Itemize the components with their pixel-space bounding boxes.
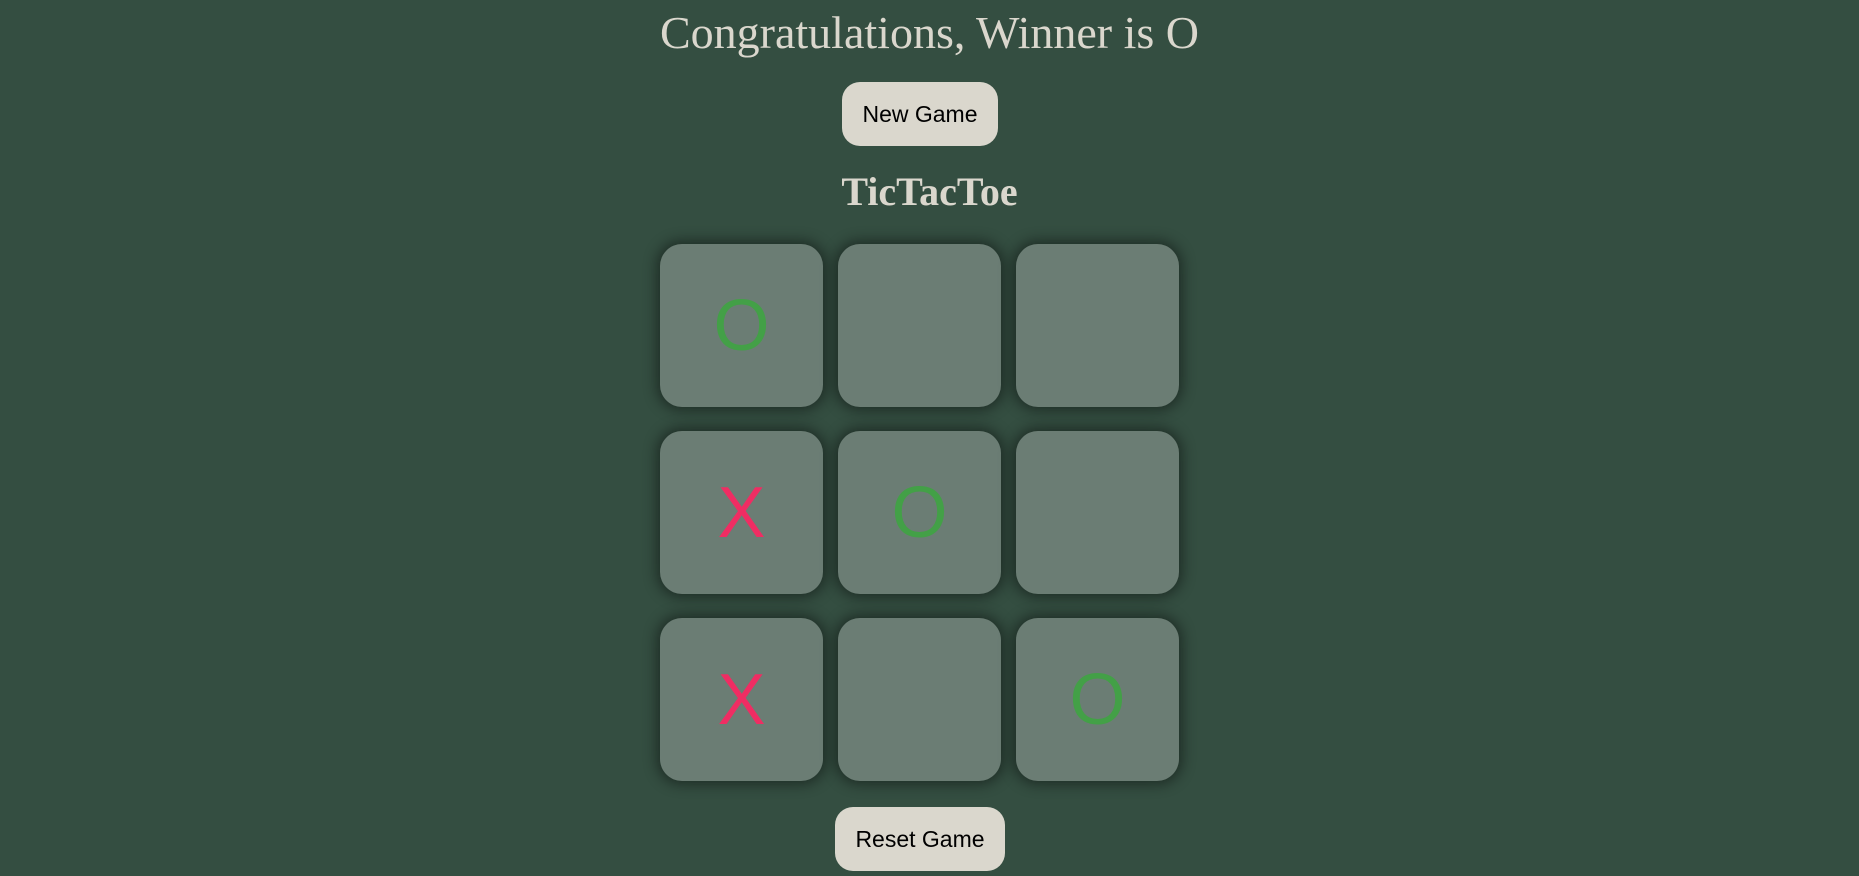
winner-message: Congratulations, Winner is O — [659, 7, 1200, 58]
game-board: O X O X O — [660, 244, 1179, 783]
reset-game-button[interactable]: Reset Game — [835, 807, 1005, 871]
board-cell-4[interactable]: X — [660, 431, 823, 594]
new-game-button[interactable]: New Game — [842, 82, 998, 146]
board-cell-7[interactable]: X — [660, 618, 823, 781]
board-cell-9[interactable]: O — [1016, 618, 1179, 781]
game-title: TicTacToe — [841, 169, 1018, 214]
board-cell-3[interactable] — [1016, 244, 1179, 407]
board-cell-5[interactable]: O — [838, 431, 1001, 594]
board-cell-8[interactable] — [838, 618, 1001, 781]
board-cell-6[interactable] — [1016, 431, 1179, 594]
board-cell-2[interactable] — [838, 244, 1001, 407]
board-cell-1[interactable]: O — [660, 244, 823, 407]
